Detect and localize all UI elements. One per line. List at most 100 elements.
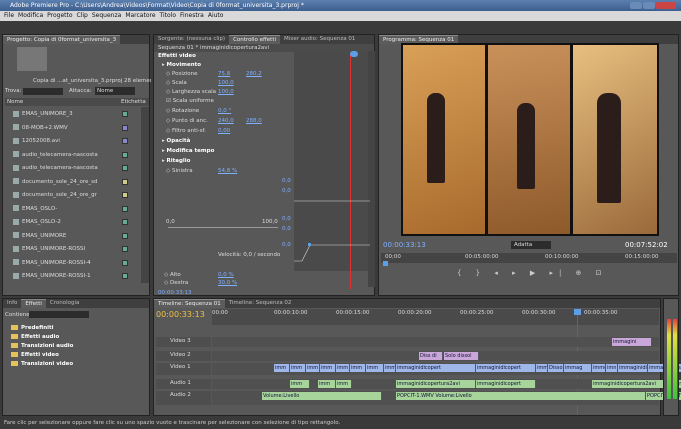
timeline-clip[interactable]: Volume:Livello [262, 392, 382, 400]
value-slider[interactable] [168, 227, 278, 228]
param-value[interactable]: 100,0 [218, 88, 234, 96]
param-value[interactable]: 0,00 [218, 127, 230, 135]
menu-item-finestra[interactable]: Finestra [180, 12, 204, 19]
tab-project[interactable]: Progetto: Copia di 0format_universita_3 [3, 35, 121, 44]
timeline-clip[interactable]: immag [564, 364, 592, 372]
param-value[interactable]: 75,8 [218, 70, 230, 78]
menu-item-progetto[interactable]: Progetto [47, 12, 72, 19]
maximize-button[interactable] [643, 2, 655, 9]
param-value-2[interactable]: 280,2 [246, 70, 262, 78]
track-header[interactable]: Video 1 [156, 363, 211, 375]
program-playhead[interactable] [383, 261, 388, 266]
timeline-clip[interactable]: imm [290, 380, 310, 388]
project-item[interactable]: audio_telecamera-nascosta [5, 150, 130, 160]
col-name[interactable]: Nome [7, 99, 23, 105]
tab-timeline-0[interactable]: Timeline: Sequenza 01 [154, 299, 225, 308]
tab-ec-1[interactable]: Controllo effetti [229, 35, 280, 44]
param-value[interactable]: 240,0 [218, 117, 234, 125]
effect-group-label[interactable]: Modifica tempo [167, 148, 215, 154]
param-value[interactable]: 100,0 [218, 79, 234, 87]
menu-item-marcatore[interactable]: Marcatore [125, 12, 155, 19]
menu-item-modifica[interactable]: Modifica [18, 12, 43, 19]
tab-timeline-1[interactable]: Timeline: Sequenza 02 [225, 299, 296, 308]
program-ruler[interactable]: 00;00 00:05:00:00 00:10:00:00 00:15:00:00 [381, 253, 677, 263]
effect-group-label[interactable]: Movimento [167, 62, 202, 68]
timeline-clip[interactable]: imm [384, 364, 396, 372]
track-header[interactable]: Audio 1 [156, 379, 211, 389]
timeline-ruler[interactable]: 00:00 00:00:10:00 00:00:15:00 00:00:20:00 00… [212, 309, 659, 325]
find-input[interactable] [23, 88, 63, 95]
effects-folder[interactable]: Transizioni video [11, 361, 73, 367]
timeline-clip[interactable]: imm [536, 364, 548, 372]
project-item[interactable]: 08-MOB+2.WMV [5, 123, 130, 133]
minimize-button[interactable] [630, 2, 642, 9]
project-item[interactable]: EMAS_UNIMORE-ROSSI-1 [5, 271, 130, 281]
effects-search-input[interactable] [29, 311, 89, 318]
param-value[interactable]: 0,0 ° [218, 107, 231, 115]
timeline-clip[interactable]: Diss di [419, 352, 443, 360]
track-header[interactable]: Audio 2 [156, 391, 211, 405]
project-item[interactable]: documento_sole_24_ore_gr [5, 190, 130, 200]
timeline-clip[interactable]: imn [606, 364, 618, 372]
menu-item-clip[interactable]: Clip [77, 12, 88, 19]
timeline-clip[interactable]: imm [290, 364, 306, 372]
checkbox[interactable]: ☑ [166, 98, 173, 104]
timeline-clip[interactable]: POPCIT-1.WMV Volume:Livello [396, 392, 646, 400]
timeline-clip[interactable]: imm [336, 364, 350, 372]
effects-folder[interactable]: Predefiniti [11, 325, 54, 331]
timeline-clip[interactable]: imm [320, 364, 336, 372]
menu-item-file[interactable]: File [4, 12, 14, 19]
menu-item-aiuto[interactable]: Aiuto [208, 12, 224, 19]
timeline-clip[interactable]: immaginidicopert [476, 380, 536, 388]
in-select[interactable]: Nome [95, 87, 135, 95]
project-item[interactable]: EMAS_UNIMORE_3 [5, 109, 130, 119]
param-value[interactable]: 54,8 % [218, 167, 237, 175]
param-value-2[interactable]: 288,0 [246, 117, 262, 125]
tab-cronologia[interactable]: Cronologia [46, 299, 83, 308]
timeline-clip[interactable]: Solo dissol [444, 352, 479, 360]
project-item[interactable]: EMAS_UNIMORE-ROSSI-4 [5, 258, 130, 268]
timeline-clip[interactable]: immaginidi [618, 364, 648, 372]
track-header[interactable]: Video 2 [156, 351, 211, 361]
col-label[interactable]: Etichetta [121, 98, 146, 106]
tab-ec-2[interactable]: Mixer audio: Sequenza 01 [280, 35, 359, 44]
tab-ec-0[interactable]: Sorgente: (nessuna clip) [154, 35, 229, 44]
menu-item-sequenza[interactable]: Sequenza [92, 12, 121, 19]
timeline-clip[interactable]: immaginidicopertura2avi [396, 380, 476, 388]
track-header[interactable]: Video 3 [156, 337, 211, 347]
timeline-clip[interactable]: imm [306, 364, 320, 372]
alto-value[interactable]: 0,0 % [218, 271, 234, 279]
timeline-clip[interactable]: immaginidicopert [476, 364, 536, 372]
timeline-clip[interactable]: immaginidicopert [396, 364, 476, 372]
transport-controls[interactable]: { } ◂ ▸ ▶ ▸| ⊕ ⊡ [457, 269, 617, 289]
effects-folder[interactable]: Effetti audio [11, 334, 59, 340]
timeline-clip[interactable]: imm [318, 380, 336, 388]
tab-effetti[interactable]: Effetti [21, 299, 46, 308]
project-item[interactable]: EMAS_UNIMORE-ROSSI [5, 244, 130, 254]
project-item[interactable]: EMAS_UNIMORE [5, 231, 130, 241]
project-item[interactable]: EMAS_OSLO- [5, 204, 130, 214]
project-item[interactable]: 12052008.avi [5, 136, 130, 146]
destra-value[interactable]: 30,0 % [218, 279, 237, 287]
effects-folder[interactable]: Effetti video [11, 352, 59, 358]
effect-group-label[interactable]: Opacità [167, 138, 191, 144]
project-item[interactable]: audio_telecamera-nascosta [5, 163, 130, 173]
project-item[interactable]: EMAS_OSLO-2 [5, 217, 130, 227]
timeline-clip[interactable]: imm [336, 380, 352, 388]
timeline-clip[interactable]: Disso [548, 364, 564, 372]
tab-info[interactable]: Info [3, 299, 21, 308]
effects-folder[interactable]: Transizioni audio [11, 343, 73, 349]
timeline-clip[interactable]: imm [350, 364, 366, 372]
timeline-clip[interactable]: immagini [612, 338, 652, 346]
timeline-clip[interactable]: imm [366, 364, 384, 372]
fit-select[interactable]: Adatta [511, 241, 551, 249]
effect-group-label[interactable]: Ritaglio [167, 158, 191, 164]
timeline-clip[interactable]: imm [274, 364, 290, 372]
menu-item-titolo[interactable]: Titolo [160, 12, 177, 19]
timeline-clip[interactable]: immaginidicopertura2avi [592, 380, 672, 388]
close-button[interactable] [656, 2, 676, 9]
project-scrollbar[interactable] [141, 107, 149, 283]
project-item[interactable]: documento_sole_24_ore_sd [5, 177, 130, 187]
timeline-clip[interactable]: immc [592, 364, 606, 372]
ec-playhead-handle[interactable] [350, 51, 358, 57]
